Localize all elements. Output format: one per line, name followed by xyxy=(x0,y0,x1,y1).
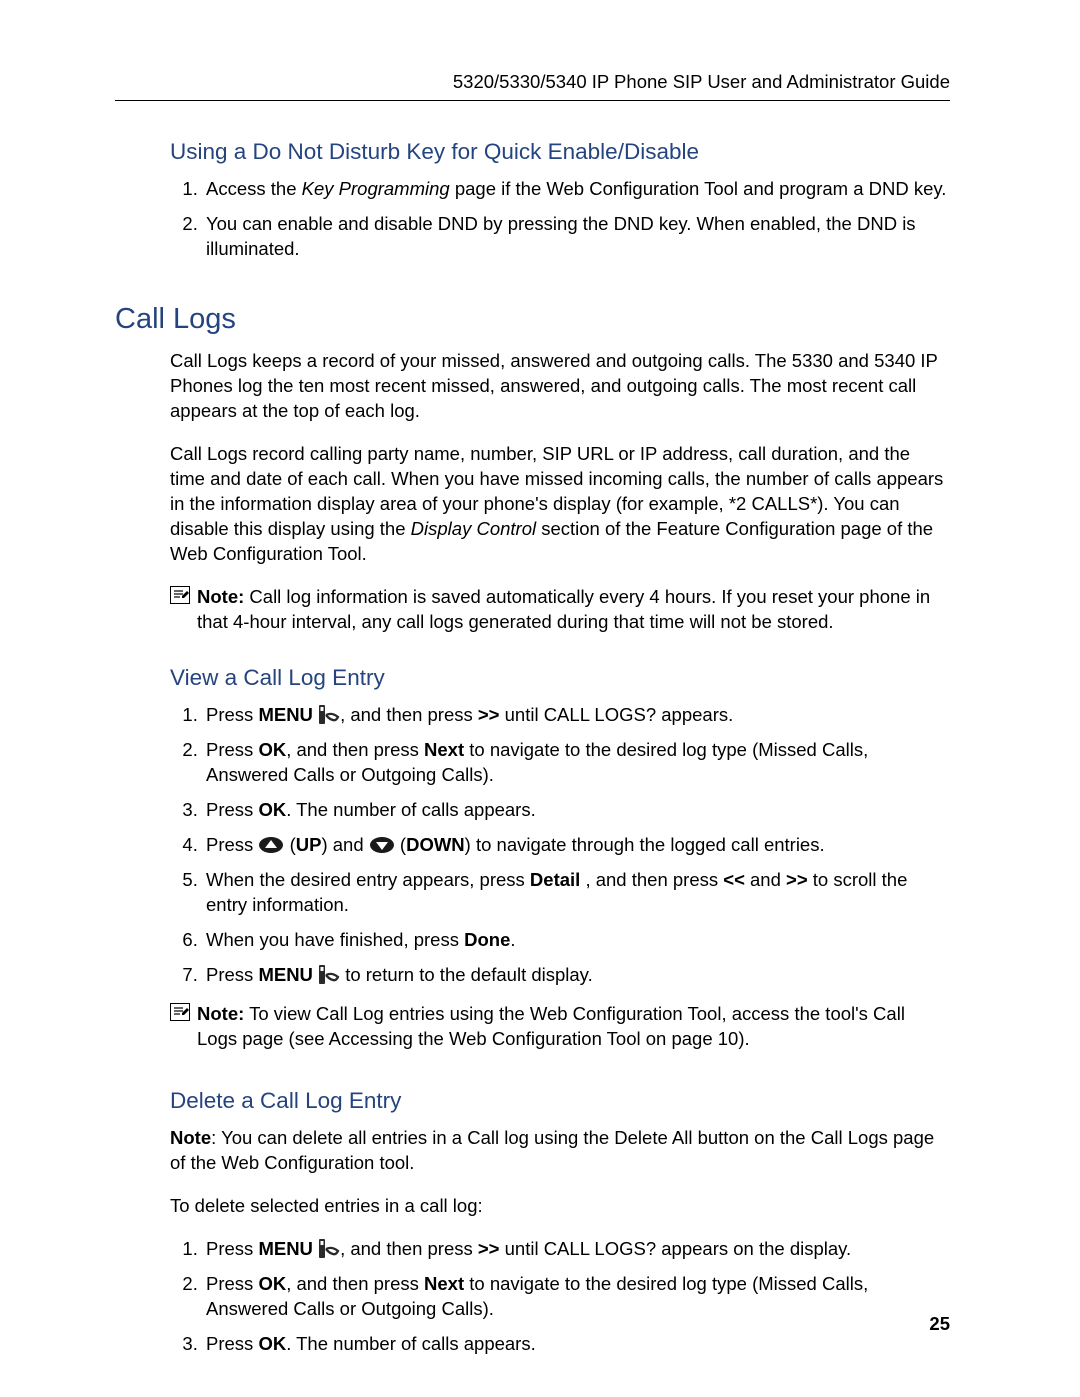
text: to return to the default display. xyxy=(340,964,593,985)
note: Note: To view Call Log entries using the… xyxy=(170,1002,950,1052)
view-steps: Press MENU , and then press >> until CAL… xyxy=(170,703,950,988)
document-page: 5320/5330/5340 IP Phone SIP User and Adm… xyxy=(0,0,1080,1357)
text: Press xyxy=(206,1238,258,1259)
bold: >> xyxy=(478,704,500,725)
text: until CALL LOGS? appears. xyxy=(499,704,733,725)
text: Press xyxy=(206,1333,258,1354)
paragraph: Call Logs keeps a record of your missed,… xyxy=(170,349,950,424)
italic-text: Key Programming xyxy=(302,178,450,199)
bold: OK xyxy=(258,799,286,820)
down-arrow-icon xyxy=(369,834,395,855)
list-item: Press OK. The number of calls appears. xyxy=(203,1332,950,1357)
text: Press xyxy=(206,704,258,725)
note-icon xyxy=(170,1003,190,1021)
text: . xyxy=(510,929,515,950)
page-number: 25 xyxy=(929,1312,950,1337)
dnd-steps: Access the Key Programming page if the W… xyxy=(170,177,950,262)
heading-delete-entry: Delete a Call Log Entry xyxy=(170,1086,950,1116)
text: , and then press xyxy=(286,739,424,760)
text: ) and xyxy=(321,834,368,855)
list-item: Press (UP) and (DOWN) to navigate throug… xyxy=(203,833,950,858)
bold: Next xyxy=(424,1273,464,1294)
bold: UP xyxy=(296,834,322,855)
list-item: Press OK. The number of calls appears. xyxy=(203,798,950,823)
phone-menu-icon xyxy=(318,1238,340,1259)
bold: MENU xyxy=(258,964,312,985)
section-dnd-key: Using a Do Not Disturb Key for Quick Ena… xyxy=(170,137,950,262)
bold: >> xyxy=(786,869,808,890)
text: Access the xyxy=(206,178,302,199)
text: Press xyxy=(206,799,258,820)
note-text: Call log information is saved automatica… xyxy=(197,586,930,632)
list-item: When you have finished, press Done. xyxy=(203,928,950,953)
text: . The number of calls appears. xyxy=(286,799,536,820)
text: When you have finished, press xyxy=(206,929,464,950)
italic-text: Display Control xyxy=(411,518,536,539)
delete-steps: Press MENU , and then press >> until CAL… xyxy=(170,1237,950,1357)
list-item: You can enable and disable DND by pressi… xyxy=(203,212,950,262)
bold: Detail xyxy=(530,869,580,890)
bold: Note xyxy=(170,1127,211,1148)
text: Press xyxy=(206,834,258,855)
bold: Done xyxy=(464,929,510,950)
text: page if the Web Configuration Tool and p… xyxy=(450,178,947,199)
bold: DOWN xyxy=(406,834,465,855)
up-arrow-icon xyxy=(258,834,284,855)
section-delete-entry: Delete a Call Log Entry Note: You can de… xyxy=(170,1086,950,1357)
running-header: 5320/5330/5340 IP Phone SIP User and Adm… xyxy=(115,70,950,101)
text: , and then press xyxy=(340,704,478,725)
heading-dnd: Using a Do Not Disturb Key for Quick Ena… xyxy=(170,137,950,167)
bold: Next xyxy=(424,739,464,760)
call-logs-body: Call Logs keeps a record of your missed,… xyxy=(170,349,950,635)
note-icon xyxy=(170,586,190,604)
bold: OK xyxy=(258,739,286,760)
bold: MENU xyxy=(258,704,312,725)
text: until CALL LOGS? appears on the display. xyxy=(499,1238,851,1259)
list-item: Press MENU to return to the default disp… xyxy=(203,963,950,988)
list-item: Press OK, and then press Next to navigat… xyxy=(203,738,950,788)
text: and xyxy=(745,869,786,890)
section-view-entry: View a Call Log Entry Press MENU , and t… xyxy=(170,663,950,1052)
note: Note: Call log information is saved auto… xyxy=(170,585,950,635)
phone-menu-icon xyxy=(318,704,340,725)
note-label: Note: xyxy=(197,1003,244,1024)
text: ( xyxy=(284,834,295,855)
bold: OK xyxy=(258,1333,286,1354)
paragraph: To delete selected entries in a call log… xyxy=(170,1194,950,1219)
list-item: Press MENU , and then press >> until CAL… xyxy=(203,703,950,728)
paragraph: Note: You can delete all entries in a Ca… xyxy=(170,1126,950,1176)
phone-menu-icon xyxy=(318,964,340,985)
note-text: To view Call Log entries using the Web C… xyxy=(197,1003,905,1049)
text: , and then press xyxy=(340,1238,478,1259)
bold: OK xyxy=(258,1273,286,1294)
bold: << xyxy=(723,869,745,890)
text: Press xyxy=(206,739,258,760)
text: : You can delete all entries in a Call l… xyxy=(170,1127,934,1173)
text: , and then press xyxy=(580,869,723,890)
heading-view-entry: View a Call Log Entry xyxy=(170,663,950,693)
note-label: Note: xyxy=(197,586,244,607)
list-item: When the desired entry appears, press De… xyxy=(203,868,950,918)
text: ( xyxy=(395,834,406,855)
text: . The number of calls appears. xyxy=(286,1333,536,1354)
text: When the desired entry appears, press xyxy=(206,869,530,890)
text: , and then press xyxy=(286,1273,424,1294)
list-item: Press OK, and then press Next to navigat… xyxy=(203,1272,950,1322)
bold: MENU xyxy=(258,1238,312,1259)
text: Press xyxy=(206,1273,258,1294)
list-item: Access the Key Programming page if the W… xyxy=(203,177,950,202)
bold: >> xyxy=(478,1238,500,1259)
list-item: Press MENU , and then press >> until CAL… xyxy=(203,1237,950,1262)
heading-call-logs: Call Logs xyxy=(115,300,950,339)
text: Press xyxy=(206,964,258,985)
paragraph: Call Logs record calling party name, num… xyxy=(170,442,950,567)
text: ) to navigate through the logged call en… xyxy=(465,834,825,855)
